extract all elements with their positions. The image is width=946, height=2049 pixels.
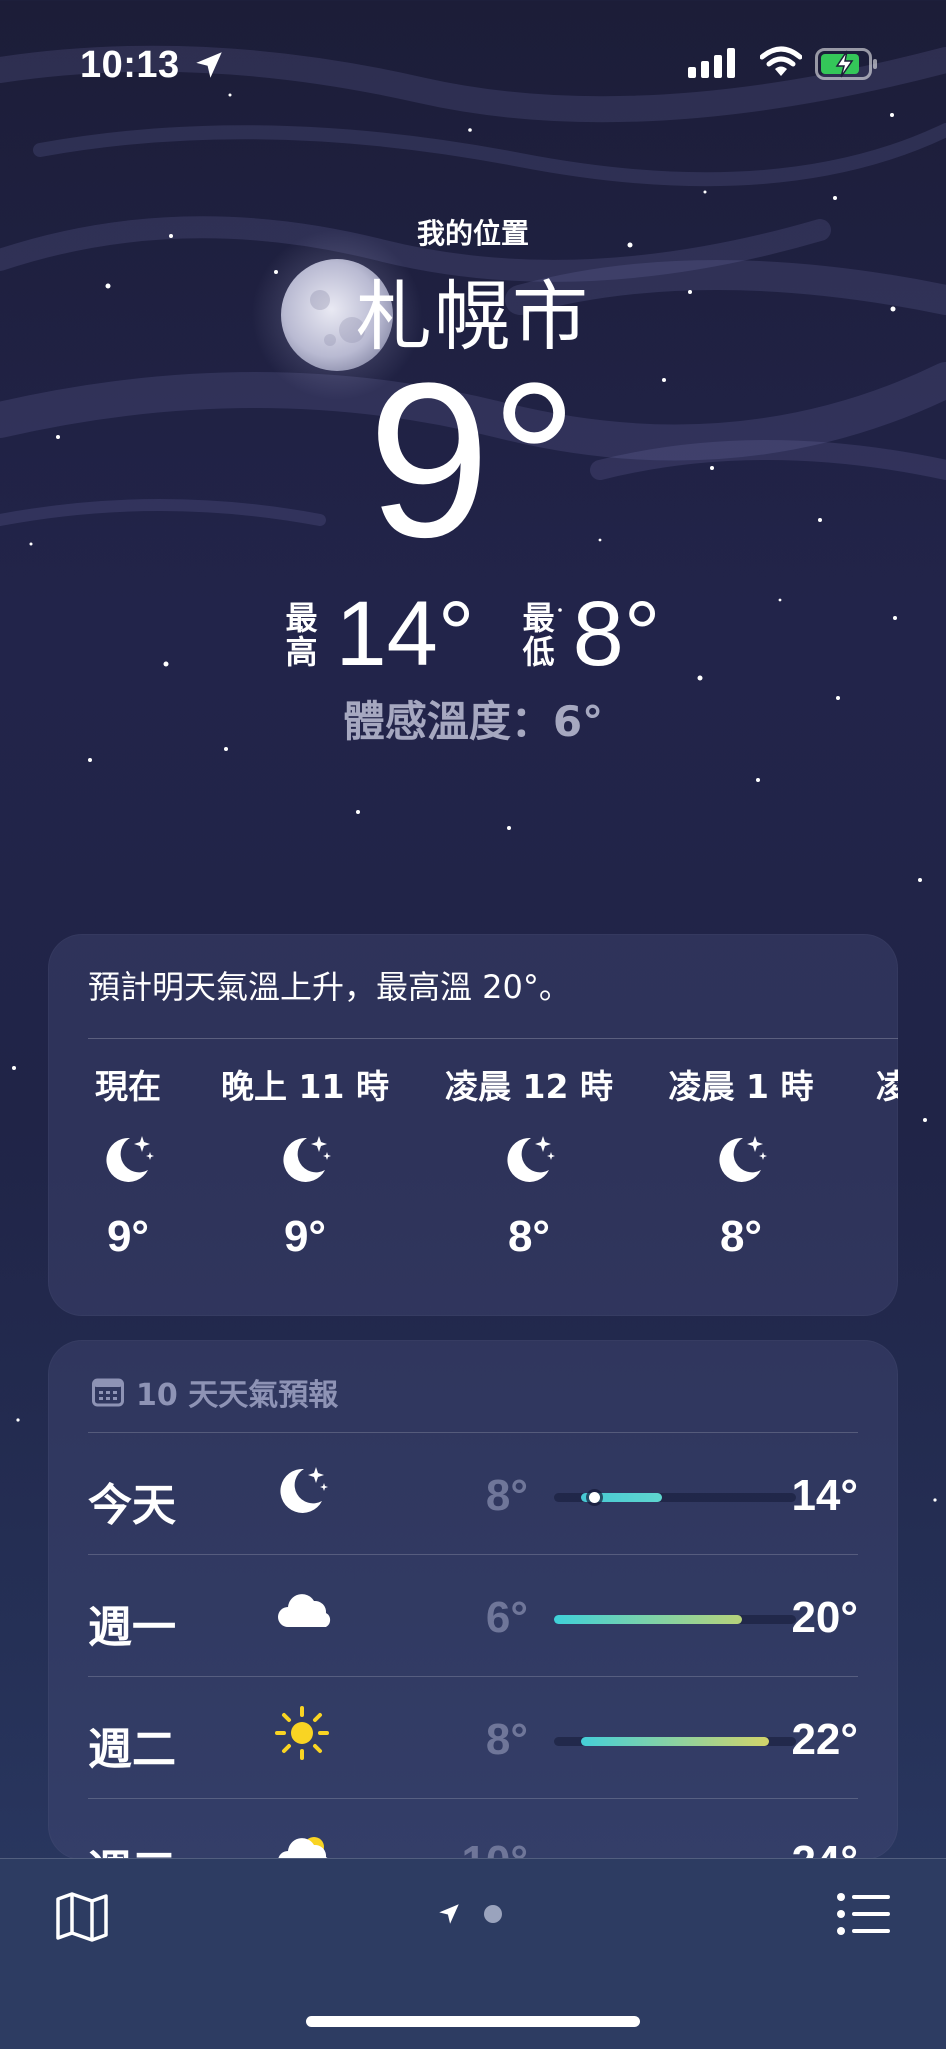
high-label: 最 高 — [285, 601, 317, 669]
low-label: 最 低 — [523, 601, 555, 669]
day-high-temperature: 14° — [791, 1471, 858, 1520]
day-low-temperature: 6° — [485, 1593, 528, 1642]
cellular-signal-icon — [688, 48, 736, 82]
daily-row: 週二 8° 22° — [88, 1676, 858, 1799]
map-icon[interactable] — [54, 1891, 110, 1947]
moon-stars-icon — [274, 1461, 330, 1521]
moon-stars-icon — [82, 1130, 174, 1190]
page-indicator[interactable] — [436, 1901, 502, 1927]
day-high-temperature: 24° — [791, 1837, 858, 1860]
day-high-temperature: 22° — [791, 1715, 858, 1764]
cloud-icon — [274, 1583, 336, 1643]
ten-day-title: 10 天天氣預報 — [136, 1378, 339, 1413]
hour-label: 凌晨 1 時 — [668, 1067, 814, 1106]
temperature-range-bar — [554, 1615, 796, 1624]
daily-row: 今天 8° 14° — [88, 1432, 858, 1555]
low-label-char-1: 最 — [522, 598, 555, 637]
temperature-range-fill — [554, 1615, 743, 1624]
low-label-char-2: 低 — [522, 632, 555, 671]
current-location-page-icon[interactable] — [436, 1901, 462, 1927]
hour-temperature: 8° — [507, 1212, 551, 1261]
high-low-temperatures: 最 高 14° 最 低 8° — [0, 582, 946, 687]
hour-temperature: 9° — [106, 1212, 150, 1261]
hourly-item: 凌 — [876, 1060, 898, 1108]
high-temperature: 14° — [335, 583, 475, 685]
hour-label: 凌晨 12 時 — [445, 1067, 613, 1106]
high-label-char-1: 最 — [285, 598, 318, 637]
ten-day-header: 10 天天氣預報 — [92, 1370, 338, 1414]
day-label: 週二 — [88, 1724, 176, 1775]
daily-row: 週三 10° 24° — [88, 1798, 858, 1860]
temperature-range-bar — [554, 1492, 796, 1503]
sun-icon — [274, 1705, 330, 1765]
location-services-icon — [192, 48, 226, 86]
hour-label: 凌 — [876, 1067, 898, 1106]
moon-stars-icon — [666, 1130, 816, 1190]
cloud-sun-icon — [274, 1827, 336, 1860]
day-label: 週三 — [88, 1835, 176, 1860]
moon-stars-icon — [220, 1130, 390, 1190]
day-label: 週一 — [88, 1602, 176, 1653]
ten-day-forecast-card[interactable]: 10 天天氣預報 今天 8° 14° 週一 6° 20° 週二 8° 22° — [48, 1340, 898, 1860]
day-label: 今天 — [88, 1480, 176, 1531]
hourly-forecast-card[interactable]: 預計明天氣溫上升，最高溫 20°。 現在 9° 晚上 11 時 9° 凌晨 12… — [48, 934, 898, 1316]
feels-like-temperature: 體感溫度：6° — [342, 697, 604, 746]
low-temperature: 8° — [572, 583, 661, 685]
day-low-temperature: 8° — [485, 1715, 528, 1764]
status-time: 10:13 — [80, 44, 180, 86]
calendar-icon — [92, 1378, 124, 1407]
current-temperature: 9° — [367, 337, 579, 583]
moon-stars-icon — [444, 1130, 614, 1190]
hourly-item: 凌晨 12 時 8° — [444, 1060, 614, 1262]
my-location-label: 我的位置 — [416, 217, 529, 250]
home-indicator[interactable] — [306, 2016, 640, 2027]
hourly-item: 現在 9° — [82, 1060, 174, 1262]
temperature-range-bar — [554, 1737, 796, 1746]
daily-row: 週一 6° 20° — [88, 1554, 858, 1677]
wifi-icon — [759, 46, 803, 82]
forecast-summary: 預計明天氣溫上升，最高溫 20°。 — [88, 968, 571, 1006]
day-high-temperature: 20° — [791, 1593, 858, 1642]
hour-label: 現在 — [95, 1067, 161, 1106]
battery-charging-icon — [815, 48, 879, 84]
hour-label: 晚上 11 時 — [221, 1067, 389, 1106]
day-low-temperature: 10° — [448, 1837, 528, 1860]
temperature-range-fill — [580, 1737, 770, 1746]
hourly-item: 晚上 11 時 9° — [220, 1060, 390, 1262]
hour-temperature: 9° — [283, 1212, 327, 1261]
day-low-temperature: 8° — [485, 1471, 528, 1520]
list-icon[interactable] — [836, 1891, 892, 1941]
card-divider — [88, 1038, 898, 1039]
status-bar: 10:13 — [0, 38, 946, 88]
hour-temperature: 8° — [719, 1212, 763, 1261]
page-dot[interactable] — [484, 1905, 502, 1923]
high-label-char-2: 高 — [285, 632, 318, 671]
hourly-item: 凌晨 1 時 8° — [666, 1060, 816, 1262]
